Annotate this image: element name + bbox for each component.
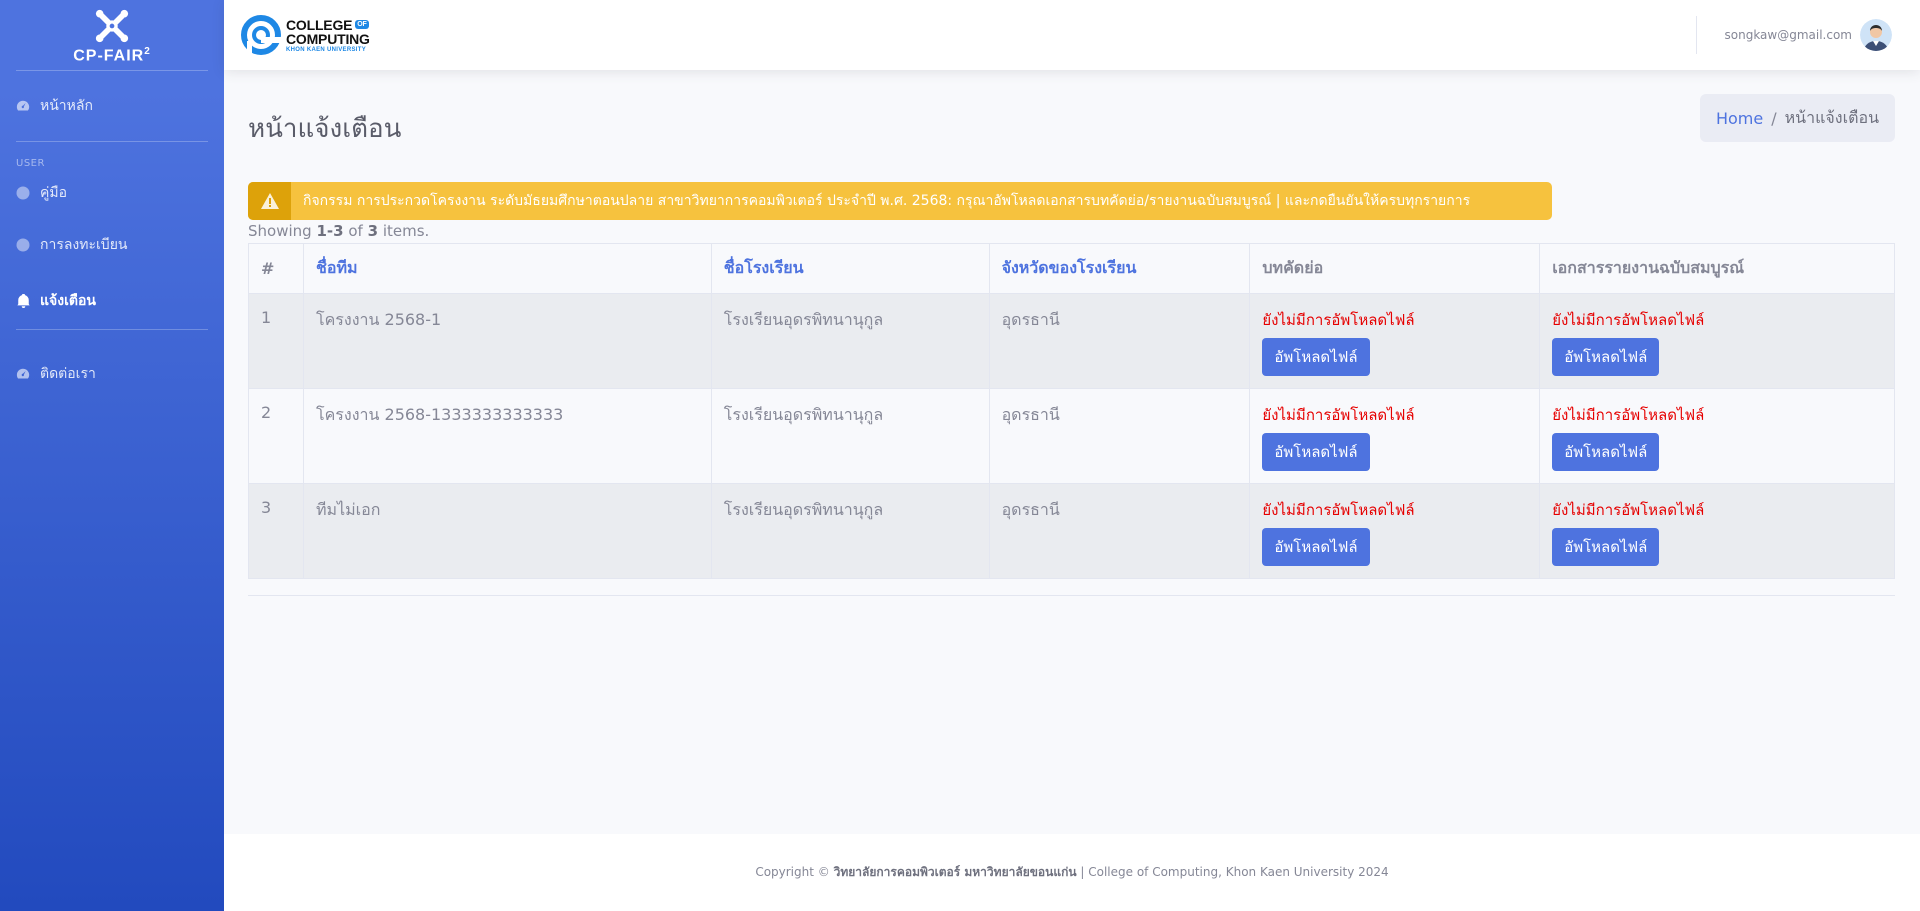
upload-report-button[interactable]: อัพโหลดไฟล์: [1552, 338, 1660, 376]
warning-triangle-icon: [260, 193, 279, 209]
dashboard-gauge-icon: [16, 367, 30, 381]
footer-copyright: Copyright © วิทยาลัยการคอมพิวเตอร์ มหาวิ…: [755, 865, 1389, 879]
sidebar-item-label: ติดต่อเรา: [40, 366, 96, 382]
cell-report: ยังไม่มีการอัพโหลดไฟล์ อัพโหลดไฟล์: [1539, 483, 1895, 579]
sidebar-item-label: แจ้งเตือน: [40, 293, 96, 309]
column-header-index: #: [248, 243, 304, 294]
topbar-user-area: songkaw@gmail.com: [1695, 0, 1920, 70]
sidebar-item-label: การลงทะเบียน: [40, 237, 128, 253]
sidebar-item-home[interactable]: หน้าหลัก: [0, 71, 224, 141]
warning-alert: กิจกรรม การประกวดโครงงาน ระดับมัธยมศึกษา…: [248, 182, 1552, 220]
cell-report: ยังไม่มีการอัพโหลดไฟล์ อัพโหลดไฟล์: [1539, 293, 1895, 389]
brand-logo-icon: [95, 10, 129, 43]
table-header-row: # ชื่อทีม ชื่อโรงเรียน จังหวัดของโรงเรีย…: [248, 243, 1895, 294]
cell-school: โรงเรียนอุดรพิทนานุกูล: [710, 483, 990, 579]
cell-index: 1: [248, 293, 304, 389]
brand-name: CP-FAIR2: [73, 46, 151, 65]
sidebar-brand[interactable]: CP-FAIR2: [0, 0, 224, 70]
circle-icon: [16, 238, 30, 252]
cell-abstract: ยังไม่มีการอัพโหลดไฟล์ อัพโหลดไฟล์: [1249, 483, 1541, 579]
column-header-report: เอกสารรายงานฉบับสมบูรณ์: [1539, 243, 1895, 294]
abstract-status: ยังไม่มีการอัพโหลดไฟล์: [1262, 406, 1415, 424]
alert-message: กิจกรรม การประกวดโครงงาน ระดับมัธยมศึกษา…: [303, 193, 1471, 209]
cell-province: อุดรธานี: [988, 483, 1251, 579]
cell-index: 3: [248, 483, 304, 579]
sidebar-item-register[interactable]: การลงทะเบียน: [0, 217, 224, 273]
column-header-abstract: บทคัดย่อ: [1249, 243, 1541, 294]
topbar: COLLEGE OF COMPUTING KHON KAEN UNIVERSITY…: [224, 0, 1920, 70]
upload-report-button[interactable]: อัพโหลดไฟล์: [1552, 433, 1660, 471]
cell-province: อุดรธานี: [988, 293, 1251, 389]
user-avatar[interactable]: [1860, 19, 1892, 51]
page-header: หน้าแจ้งเตือน Home / หน้าแจ้งเตือน: [224, 70, 1920, 149]
upload-abstract-button[interactable]: อัพโหลดไฟล์: [1262, 433, 1370, 471]
content-divider: [248, 595, 1895, 596]
abstract-status: ยังไม่มีการอัพโหลดไฟล์: [1262, 501, 1415, 519]
column-header-team[interactable]: ชื่อทีม: [302, 243, 712, 294]
college-logo-icon: [241, 15, 281, 55]
sidebar-item-contact[interactable]: ติดต่อเรา: [0, 330, 224, 418]
table-row: 2 โครงงาน 2568-1333333333333 โรงเรียนอุด…: [248, 388, 1895, 484]
cell-province: อุดรธานี: [988, 388, 1251, 484]
sidebar-item-notifications[interactable]: แจ้งเตือน: [0, 273, 224, 329]
breadcrumb-separator: /: [1771, 108, 1777, 128]
college-logo-text: COLLEGE OF COMPUTING KHON KAEN UNIVERSITY: [286, 16, 370, 53]
teams-table: # ชื่อทีม ชื่อโรงเรียน จังหวัดของโรงเรีย…: [248, 243, 1895, 579]
bell-icon: [16, 294, 30, 308]
breadcrumb: Home / หน้าแจ้งเตือน: [1699, 94, 1895, 142]
footer-org-thai: วิทยาลัยการคอมพิวเตอร์ มหาวิทยาลัยขอนแก่…: [833, 865, 1077, 879]
sidebar-heading-user: USER: [16, 158, 45, 169]
cell-school: โรงเรียนอุดรพิทนานุกูล: [710, 293, 990, 389]
results-summary: Showing 1-3 of 3 items.: [248, 222, 430, 240]
sidebar-item-label: คู่มือ: [40, 185, 68, 201]
main-content: หน้าแจ้งเตือน Home / หน้าแจ้งเตือน กิจกร…: [224, 70, 1920, 596]
sidebar: CP-FAIR2 หน้าหลัก USER คู่มือ การลงทะเบี…: [0, 0, 224, 911]
cell-team: โครงงาน 2568-1333333333333: [302, 388, 712, 484]
cell-abstract: ยังไม่มีการอัพโหลดไฟล์ อัพโหลดไฟล์: [1249, 388, 1541, 484]
column-header-school[interactable]: ชื่อโรงเรียน: [710, 243, 990, 294]
footer: Copyright © วิทยาลัยการคอมพิวเตอร์ มหาวิ…: [224, 834, 1920, 911]
alert-icon-box: [248, 182, 291, 220]
sidebar-item-manual[interactable]: คู่มือ: [0, 169, 224, 217]
circle-icon: [16, 186, 30, 200]
user-email[interactable]: songkaw@gmail.com: [1725, 28, 1853, 42]
page-title: หน้าแจ้งเตือน: [248, 114, 402, 144]
breadcrumb-current: หน้าแจ้งเตือน: [1784, 107, 1879, 127]
sidebar-item-label: หน้าหลัก: [40, 98, 93, 114]
college-logo[interactable]: COLLEGE OF COMPUTING KHON KAEN UNIVERSITY: [239, 13, 370, 57]
cell-index: 2: [248, 388, 304, 484]
topbar-divider: [1695, 16, 1697, 54]
breadcrumb-home-link[interactable]: Home: [1716, 109, 1763, 128]
abstract-status: ยังไม่มีการอัพโหลดไฟล์: [1262, 311, 1415, 329]
cell-report: ยังไม่มีการอัพโหลดไฟล์ อัพโหลดไฟล์: [1539, 388, 1895, 484]
cell-team: โครงงาน 2568-1: [302, 293, 712, 389]
report-status: ยังไม่มีการอัพโหลดไฟล์: [1552, 311, 1705, 329]
column-header-province[interactable]: จังหวัดของโรงเรียน: [988, 243, 1251, 294]
table-row: 3 ทีมไม่เอก โรงเรียนอุดรพิทนานุกูล อุดรธ…: [248, 483, 1895, 579]
report-status: ยังไม่มีการอัพโหลดไฟล์: [1552, 406, 1705, 424]
upload-report-button[interactable]: อัพโหลดไฟล์: [1552, 528, 1660, 566]
upload-abstract-button[interactable]: อัพโหลดไฟล์: [1262, 338, 1370, 376]
cell-abstract: ยังไม่มีการอัพโหลดไฟล์ อัพโหลดไฟล์: [1249, 293, 1541, 389]
table-row: 1 โครงงาน 2568-1 โรงเรียนอุดรพิทนานุกูล …: [248, 293, 1895, 389]
report-status: ยังไม่มีการอัพโหลดไฟล์: [1552, 501, 1705, 519]
cell-school: โรงเรียนอุดรพิทนานุกูล: [710, 388, 990, 484]
upload-abstract-button[interactable]: อัพโหลดไฟล์: [1262, 528, 1370, 566]
cell-team: ทีมไม่เอก: [302, 483, 712, 579]
dashboard-gauge-icon: [16, 99, 30, 113]
